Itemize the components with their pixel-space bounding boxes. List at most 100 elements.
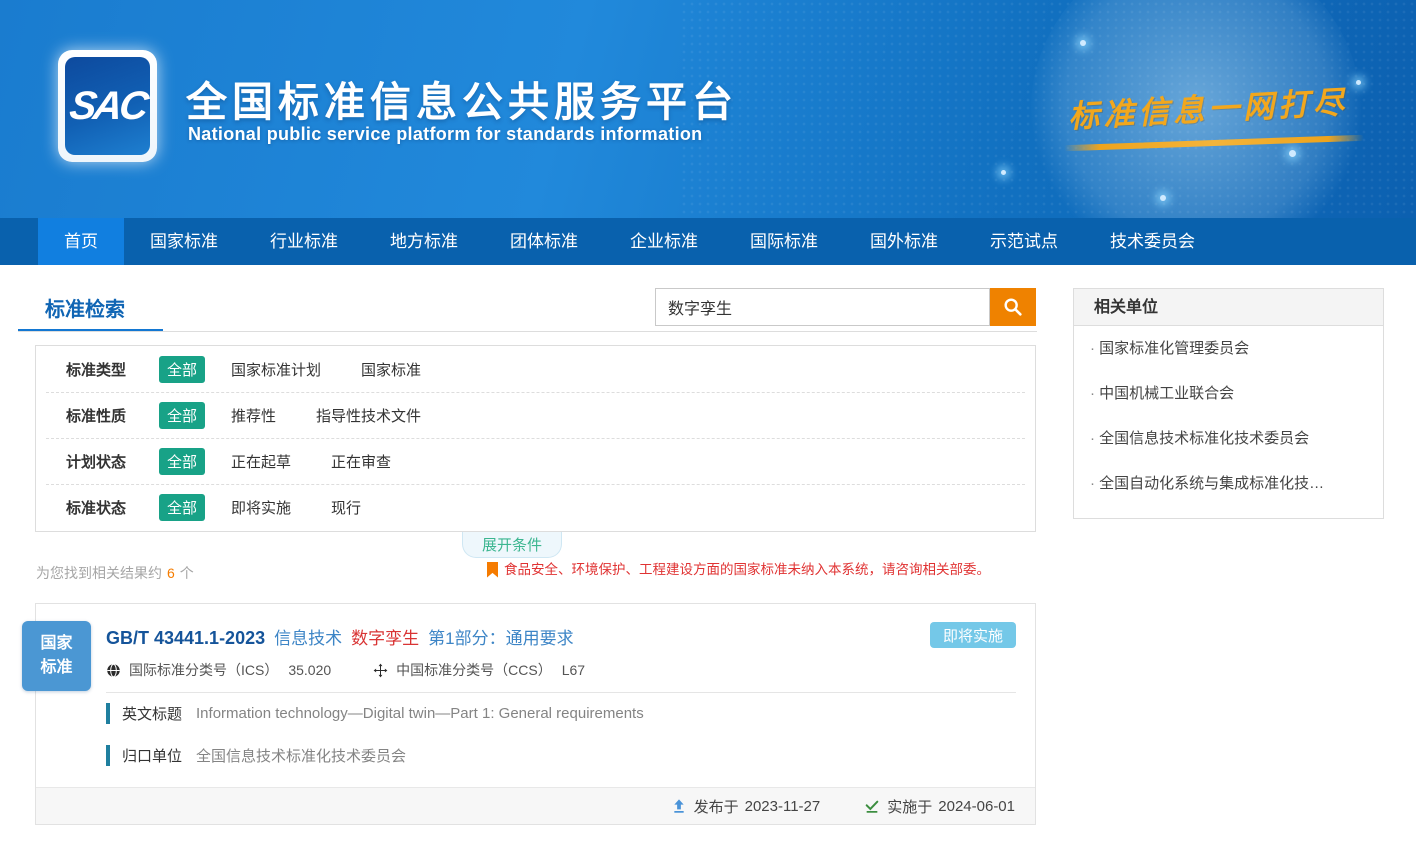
row-accent-bar: [106, 745, 110, 766]
sidebar-item-it-standardization[interactable]: 全国信息技术标准化技术委员会: [1074, 416, 1383, 461]
sidebar-item-automation-standardization[interactable]: 全国自动化系统与集成标准化技…: [1074, 461, 1383, 506]
nav-tab-national-standards[interactable]: 国家标准: [124, 218, 244, 265]
nav-tab-technical-committee[interactable]: 技术委员会: [1084, 218, 1221, 265]
glow-dot: [1356, 80, 1361, 85]
ccs-value: L67: [562, 662, 585, 678]
nav-tab-pilot[interactable]: 示范试点: [964, 218, 1084, 265]
bookmark-icon: [487, 562, 498, 578]
site-header: SAC 全国标准信息公共服务平台 National public service…: [0, 0, 1416, 218]
committee-row: 归口单位 全国信息技术标准化技术委员会: [106, 745, 406, 766]
sidebar-item-sac[interactable]: 国家标准化管理委员会: [1074, 326, 1383, 371]
search-input[interactable]: [655, 288, 990, 326]
detail-label: 归口单位: [122, 745, 182, 766]
result-count-suffix: 个: [180, 565, 194, 581]
glow-dot: [1160, 195, 1166, 201]
slogan-underline: [1064, 135, 1364, 151]
filter-option[interactable]: 正在审查: [331, 451, 391, 472]
notice-text: 食品安全、环境保护、工程建设方面的国家标准未纳入本系统，请咨询相关部委。: [504, 561, 990, 579]
glow-dot: [1289, 150, 1296, 157]
implement-date: 2024-06-01: [938, 798, 1015, 815]
badge-line1: 国家: [22, 632, 91, 656]
site-title: 全国标准信息公共服务平台: [186, 68, 738, 128]
status-badge: 即将实施: [930, 622, 1016, 648]
filter-all-button[interactable]: 全部: [159, 356, 205, 383]
filter-label: 标准类型: [66, 359, 159, 380]
related-units-title: 相关单位: [1074, 289, 1383, 326]
card-footer: 发布于 2023-11-27 实施于 2024-06-01: [36, 787, 1035, 824]
result-card: 国家 标准 GB/T 43441.1-2023 信息技术 数字孪生 第1部分：通…: [35, 603, 1036, 825]
filter-option[interactable]: 推荐性: [231, 405, 276, 426]
standard-title-keyword: 数字孪生: [351, 624, 419, 649]
upload-arrow-icon: [671, 798, 687, 814]
ccs-group: 中国标准分类号（CCS） L67: [373, 660, 585, 680]
expand-conditions-button[interactable]: 展开条件: [462, 532, 562, 558]
detail-value: Information technology—Digital twin—Part…: [196, 705, 644, 722]
nav-tab-international-standards[interactable]: 国际标准: [724, 218, 844, 265]
filter-label: 标准状态: [66, 497, 159, 518]
standard-code: GB/T 43441.1-2023: [106, 628, 265, 649]
nav-tab-industry-standards[interactable]: 行业标准: [244, 218, 364, 265]
glow-dot: [1080, 40, 1086, 46]
filter-all-button[interactable]: 全部: [159, 448, 205, 475]
filter-panel: 标准类型 全部 国家标准计划 国家标准 标准性质 全部 推荐性 指导性技术文件 …: [35, 345, 1036, 532]
page: SAC 全国标准信息公共服务平台 National public service…: [0, 0, 1416, 845]
sac-logo[interactable]: SAC: [58, 50, 157, 162]
sac-logo-text: SAC: [67, 84, 149, 129]
filter-all-button[interactable]: 全部: [159, 494, 205, 521]
publish-date: 2023-11-27: [745, 798, 821, 815]
check-mark-icon: [864, 798, 880, 814]
filter-row-plan-status: 计划状态 全部 正在起草 正在审查: [46, 438, 1025, 484]
row-accent-bar: [106, 703, 110, 724]
ccs-label: 中国标准分类号（CCS）: [396, 660, 552, 680]
nav-tab-foreign-standards[interactable]: 国外标准: [844, 218, 964, 265]
card-divider: [106, 692, 1016, 693]
glow-dot: [1001, 170, 1006, 175]
ics-label: 国际标准分类号（ICS）: [129, 660, 278, 680]
filter-option[interactable]: 国家标准: [361, 359, 421, 380]
result-count-prefix: 为您找到相关结果约: [36, 565, 162, 581]
filter-option[interactable]: 国家标准计划: [231, 359, 321, 380]
standard-title-tech: 信息技术: [274, 624, 342, 649]
globe-icon: [106, 663, 121, 678]
main-nav: 首页 国家标准 行业标准 地方标准 团体标准 企业标准 国际标准 国外标准 示范…: [0, 218, 1416, 265]
result-count-number: 6: [167, 565, 175, 581]
page-title: 标准检索: [45, 293, 125, 322]
publish-date-group: 发布于 2023-11-27: [671, 796, 821, 817]
sac-logo-mark: SAC: [65, 57, 150, 155]
filter-row-standard-status: 标准状态 全部 即将实施 现行: [46, 484, 1025, 530]
filter-row-standard-type: 标准类型 全部 国家标准计划 国家标准: [46, 346, 1025, 392]
filter-option[interactable]: 现行: [331, 497, 361, 518]
filter-option[interactable]: 指导性技术文件: [316, 405, 421, 426]
nav-tab-enterprise-standards[interactable]: 企业标准: [604, 218, 724, 265]
ics-group: 国际标准分类号（ICS） 35.020: [106, 660, 331, 680]
ics-value: 35.020: [288, 662, 331, 678]
divider: [18, 331, 1037, 332]
implement-label: 实施于: [887, 796, 932, 817]
header-slogan: 标准信息一网打尽: [1067, 77, 1349, 137]
badge-line2: 标准: [22, 656, 91, 680]
detail-value: 全国信息技术标准化技术委员会: [196, 745, 406, 766]
nav-tab-local-standards[interactable]: 地方标准: [364, 218, 484, 265]
implement-date-group: 实施于 2024-06-01: [864, 796, 1015, 817]
search-icon: [1002, 296, 1024, 318]
search-button[interactable]: [990, 288, 1036, 326]
detail-label: 英文标题: [122, 703, 182, 724]
result-count: 为您找到相关结果约 6个: [36, 563, 194, 583]
filter-all-button[interactable]: 全部: [159, 402, 205, 429]
standard-type-badge: 国家 标准: [22, 621, 91, 691]
nav-tab-home[interactable]: 首页: [38, 218, 124, 265]
standard-title-part: 第1部分：通用要求: [428, 624, 573, 649]
publish-label: 发布于: [694, 796, 739, 817]
sidebar-item-machinery-federation[interactable]: 中国机械工业联合会: [1074, 371, 1383, 416]
related-units-panel: 相关单位 国家标准化管理委员会 中国机械工业联合会 全国信息技术标准化技术委员会…: [1073, 288, 1384, 519]
standard-title-link[interactable]: GB/T 43441.1-2023 信息技术 数字孪生 第1部分：通用要求: [106, 624, 574, 649]
nav-tab-group-standards[interactable]: 团体标准: [484, 218, 604, 265]
filter-option[interactable]: 正在起草: [231, 451, 291, 472]
crosshair-arrows-icon: [373, 663, 388, 678]
filter-option[interactable]: 即将实施: [231, 497, 291, 518]
filter-row-standard-nature: 标准性质 全部 推荐性 指导性技术文件: [46, 392, 1025, 438]
classification-row: 国际标准分类号（ICS） 35.020 中国标准分类号（CCS） L67: [106, 660, 627, 680]
filter-label: 计划状态: [66, 451, 159, 472]
site-subtitle: National public service platform for sta…: [188, 124, 702, 145]
system-notice: 食品安全、环境保护、工程建设方面的国家标准未纳入本系统，请咨询相关部委。: [487, 561, 990, 579]
